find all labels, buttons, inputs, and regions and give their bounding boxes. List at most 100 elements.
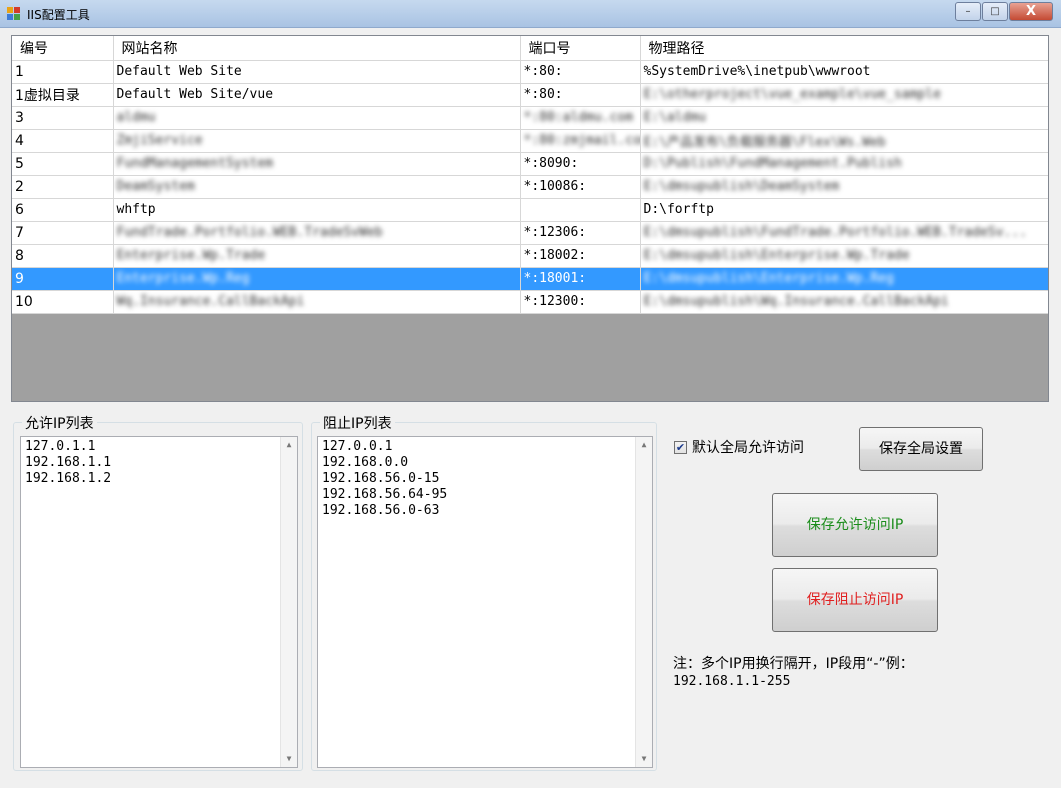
cell-site-name[interactable]: Wq.Insurance.CallBackApi: [113, 290, 521, 314]
cell-id[interactable]: 7: [12, 221, 114, 245]
cell-id[interactable]: 6: [12, 198, 114, 222]
cell-port[interactable]: *:18001:: [520, 267, 641, 291]
column-header-path[interactable]: 物理路径: [640, 36, 1048, 61]
sites-grid[interactable]: 编号 网站名称 端口号 物理路径 1 Default Web Site *:80:%…: [11, 35, 1049, 402]
table-row[interactable]: 5 FundManagementSystem *:8090: D:\Publish\F…: [12, 152, 1048, 176]
cell-port[interactable]: *:8090:: [520, 152, 641, 176]
cell-site-name[interactable]: ZmjiService: [113, 129, 521, 153]
cell-path[interactable]: E:\dmsupublish\Enterprise.Wp.Trade: [640, 244, 1048, 268]
cell-path[interactable]: %SystemDrive%\inetpub\wwwroot: [640, 60, 1048, 84]
cell-site-name-text: Enterprise.Wp.Reg: [116, 271, 250, 286]
cell-site-name[interactable]: aldmu: [113, 106, 521, 130]
cell-path[interactable]: E:\dmsupublish\Wq.Insurance.CallBackApi: [640, 290, 1048, 314]
cell-port[interactable]: *:80:: [520, 83, 641, 107]
ip-line: 192.168.56.0-63: [322, 503, 440, 518]
cell-id[interactable]: 5: [12, 152, 114, 176]
save-deny-ip-button[interactable]: 保存阻止访问IP: [772, 568, 938, 632]
cell-port[interactable]: *:12306:: [520, 221, 641, 245]
cell-port[interactable]: *:80:aldmu.com: [520, 106, 641, 130]
cell-port[interactable]: *:80:zmjmail.com: [520, 129, 641, 153]
cell-site-name[interactable]: Default Web Site: [113, 60, 521, 84]
scroll-down-icon[interactable]: ▼: [281, 751, 297, 767]
cell-site-name-text: FundTrade.Portfolio.WEB.TradeSvWeb: [116, 225, 383, 240]
cell-id[interactable]: 9: [12, 267, 114, 291]
cell-site-name-text: Wq.Insurance.CallBackApi: [116, 294, 305, 309]
cell-site-name-text: DeamSystem: [116, 179, 195, 194]
cell-site-name-text: aldmu: [116, 110, 156, 125]
cell-port[interactable]: [520, 198, 641, 222]
close-button[interactable]: X: [1009, 2, 1053, 21]
cell-port[interactable]: *:18002:: [520, 244, 641, 268]
scroll-down-icon[interactable]: ▼: [636, 751, 652, 767]
table-row[interactable]: 8 Enterprise.Wp.Trade *:18002: E:\dmsupubli…: [12, 244, 1048, 268]
default-allow-label[interactable]: 默认全局允许访问: [692, 437, 804, 457]
cell-site-name[interactable]: whftp: [113, 198, 521, 222]
cell-id[interactable]: 2: [12, 175, 114, 199]
cell-id[interactable]: 4: [12, 129, 114, 153]
cell-path[interactable]: E:\otherproject\vue_example\vue_sample: [640, 83, 1048, 107]
save-allow-ip-button[interactable]: 保存允许访问IP: [772, 493, 938, 557]
table-row[interactable]: 4 ZmjiService *:80:zmjmail.com E:\产品发布\负载服务…: [12, 129, 1048, 153]
table-row[interactable]: 6 whftp D:\forftp: [12, 198, 1048, 222]
default-allow-checkbox-row[interactable]: ✔ 默认全局允许访问: [674, 437, 804, 457]
column-header-port[interactable]: 端口号: [520, 36, 641, 61]
scroll-up-icon[interactable]: ▲: [281, 437, 297, 453]
cell-path[interactable]: D:\forftp: [640, 198, 1048, 222]
save-global-button[interactable]: 保存全局设置: [859, 427, 983, 471]
cell-site-name[interactable]: FundManagementSystem: [113, 152, 521, 176]
cell-site-name-text: Default Web Site: [116, 64, 242, 79]
column-header-id[interactable]: 编号: [12, 36, 114, 61]
cell-id[interactable]: 10: [12, 290, 114, 314]
cell-site-name[interactable]: Enterprise.Wp.Trade: [113, 244, 521, 268]
allow-ip-scrollbar[interactable]: ▲ ▼: [280, 437, 297, 767]
cell-site-name[interactable]: FundTrade.Portfolio.WEB.TradeSvWeb: [113, 221, 521, 245]
cell-path[interactable]: E:\dmsupublish\FundTrade.Portfolio.WEB.T…: [640, 221, 1048, 245]
maximize-button[interactable]: □: [982, 2, 1008, 21]
cell-port[interactable]: *:80:: [520, 60, 641, 84]
table-row[interactable]: 9 Enterprise.Wp.Reg *:18001: E:\dmsupublish…: [12, 267, 1048, 291]
cell-id[interactable]: 1虚拟目录: [12, 83, 114, 107]
allow-ip-group: 允许IP列表 127.0.1.1 192.168.1.1 192.168.1.2 ▲…: [13, 413, 303, 771]
scroll-up-icon[interactable]: ▲: [636, 437, 652, 453]
cell-id-text: 2: [15, 178, 24, 195]
column-header-site-name[interactable]: 网站名称: [113, 36, 521, 61]
cell-port[interactable]: *:12300:: [520, 290, 641, 314]
table-row[interactable]: 2 DeamSystem *:10086: E:\dmsupublish\DeamSy…: [12, 175, 1048, 199]
cell-path[interactable]: E:\dmsupublish\DeamSystem: [640, 175, 1048, 199]
table-row[interactable]: 1 Default Web Site *:80: %SystemDrive%\inet…: [12, 60, 1048, 84]
cell-site-name[interactable]: DeamSystem: [113, 175, 521, 199]
cell-path[interactable]: E:\dmsupublish\Enterprise.Wp.Reg: [640, 267, 1048, 291]
grid-header-row: 编号 网站名称 端口号 物理路径: [12, 36, 1048, 61]
deny-ip-scrollbar[interactable]: ▲ ▼: [635, 437, 652, 767]
cell-id[interactable]: 8: [12, 244, 114, 268]
cell-id[interactable]: 3: [12, 106, 114, 130]
cell-path[interactable]: E:\产品发布\负载服务器\Flex\Ws.Web: [640, 129, 1048, 153]
cell-port-text: *:12306:: [523, 225, 587, 240]
ip-line: 192.168.0.0: [322, 455, 409, 470]
cell-id-text: 7: [15, 224, 24, 241]
cell-path-text: D:\forftp: [643, 202, 714, 217]
cell-site-name-text: whftp: [116, 202, 156, 217]
cell-site-name[interactable]: Default Web Site/vue: [113, 83, 521, 107]
table-row[interactable]: 7 FundTrade.Portfolio.WEB.TradeSvWeb *:123…: [12, 221, 1048, 245]
default-allow-checkbox[interactable]: ✔: [674, 440, 687, 454]
cell-path-text: E:\dmsupublish\FundTrade.Portfolio.WEB.T…: [643, 225, 1028, 240]
cell-path[interactable]: D:\Publish\FundManagement.Publish: [640, 152, 1048, 176]
ip-line: 127.0.0.1: [322, 439, 393, 454]
allow-ip-textarea[interactable]: 127.0.1.1 192.168.1.1 192.168.1.2 ▲ ▼: [20, 436, 298, 768]
deny-ip-textarea[interactable]: 127.0.0.1 192.168.0.0 192.168.56.0-15 192.1…: [317, 436, 653, 768]
cell-port-text: *:8090:: [523, 156, 579, 171]
cell-site-name[interactable]: Enterprise.Wp.Reg: [113, 267, 521, 291]
cell-port-text: *:18002:: [523, 248, 587, 263]
table-row[interactable]: 3 aldmu *:80:aldmu.com E:\aldmu: [12, 106, 1048, 130]
minimize-button[interactable]: –: [955, 2, 981, 21]
table-row[interactable]: 1虚拟目录 Default Web Site/vue *:80: E:\otherpr…: [12, 83, 1048, 107]
ip-format-note: 注：多个IP用换行隔开，IP段用“-”例： 192.168.1.1-255: [673, 656, 973, 690]
deny-ip-group: 阻止IP列表 127.0.0.1 192.168.0.0 192.168.56.0-…: [311, 413, 657, 771]
cell-id-text: 5: [15, 155, 24, 172]
cell-path[interactable]: E:\aldmu: [640, 106, 1048, 130]
cell-id[interactable]: 1: [12, 60, 114, 84]
cell-id-text: 10: [15, 293, 33, 310]
cell-port[interactable]: *:10086:: [520, 175, 641, 199]
table-row[interactable]: 10 Wq.Insurance.CallBackApi *:12300: E:\dms…: [12, 290, 1048, 314]
